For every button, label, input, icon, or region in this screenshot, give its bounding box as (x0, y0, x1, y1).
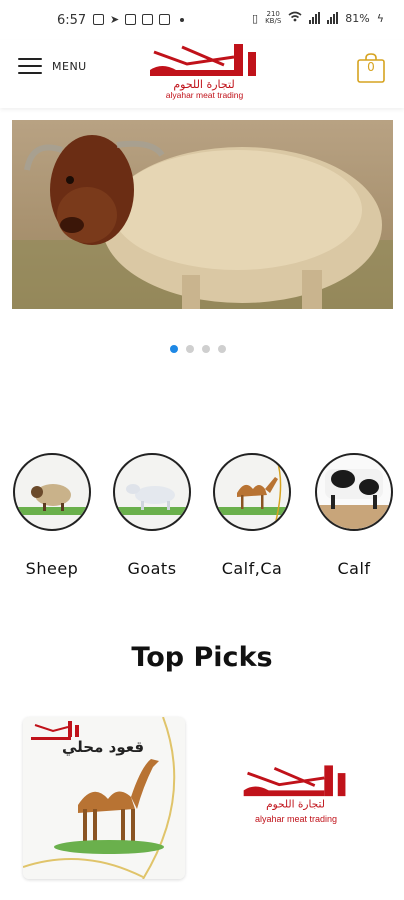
app-header: MENU لتجارة اللحوم alyahar meat trading … (0, 40, 404, 108)
category-goats[interactable]: Goats (112, 453, 192, 578)
signal-icon-2 (327, 12, 339, 24)
logo-subtitle: alyahar meat trading (254, 814, 338, 824)
battery-text: 81% (345, 11, 370, 25)
status-bar: 6:57 ➤ ▯ 210 KB/S 81% ϟ (0, 0, 404, 40)
category-label: Calf (337, 559, 371, 578)
logo-subtitle: alyahar meat trading (165, 90, 244, 100)
carousel-dot[interactable] (202, 345, 210, 353)
goat-icon (113, 453, 191, 531)
section-title-top-picks: Top Picks (131, 642, 273, 673)
net-speed: 210 KB/S (265, 11, 281, 25)
hamburger-icon (18, 58, 42, 74)
product-name: قعود محلي (62, 738, 145, 756)
category-label: Calf,Ca (221, 559, 283, 578)
logo-mark-icon: لتجارة اللحوم (243, 765, 346, 811)
menu-button[interactable]: MENU (18, 58, 87, 74)
sheep-icon (13, 453, 91, 531)
notification-icons: ➤ (93, 13, 185, 26)
logo-mark-icon: لتجارة اللحوم (150, 44, 256, 91)
cart-button[interactable]: 0 (355, 52, 387, 84)
carousel-dot[interactable] (186, 345, 194, 353)
carousel-dot[interactable] (218, 345, 226, 353)
sheep-photo (12, 120, 393, 309)
carousel-dot-active[interactable] (170, 345, 178, 353)
menu-label: MENU (52, 59, 87, 73)
notification-icon (93, 14, 104, 25)
status-time: 6:57 (57, 13, 87, 28)
telegram-icon: ➤ (110, 13, 120, 26)
signal-icon (309, 12, 321, 24)
net-speed-unit: KB/S (265, 17, 282, 25)
carousel-indicators[interactable] (170, 345, 226, 353)
charging-icon: ϟ (376, 11, 384, 25)
notification-icon (142, 14, 154, 25)
brand-logo[interactable]: لتجارة اللحوم alyahar meat trading (142, 42, 267, 104)
calf-icon (315, 453, 393, 531)
more-dot-icon (180, 17, 185, 22)
banner-carousel[interactable] (12, 120, 393, 309)
category-camel[interactable]: Calf,Ca (212, 453, 292, 578)
category-label: Goats (127, 559, 177, 578)
notification-icon (125, 14, 137, 25)
category-sheep[interactable]: Sheep (12, 453, 92, 578)
brand-logo-placeholder: لتجارة اللحوم alyahar meat trading (236, 760, 356, 830)
svg-text:لتجارة اللحوم: لتجارة اللحوم (266, 799, 325, 811)
wifi-icon (288, 11, 302, 25)
notification-icon (159, 14, 171, 25)
camel-icon (213, 453, 291, 531)
category-calf[interactable]: Calf (314, 453, 394, 578)
vibrate-icon: ▯ (252, 11, 259, 25)
system-icons: ▯ 210 KB/S 81% ϟ (252, 11, 384, 25)
cart-count: 0 (367, 60, 375, 74)
category-label: Sheep (25, 559, 79, 578)
